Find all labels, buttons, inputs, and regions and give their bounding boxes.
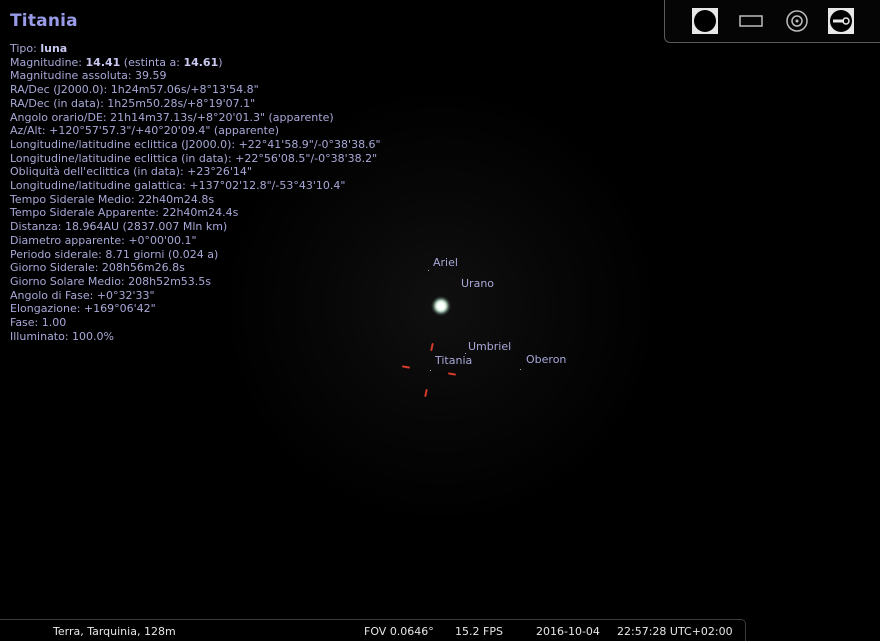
ariel-label[interactable]: Ariel [433,256,458,269]
info-line-mean-sidereal-time: Tempo Siderale Medio: 22h40m24.8s [10,192,215,206]
info-line-obliquity: Obliquità dell'eclittica (in data): +23°… [10,165,252,179]
fov-status: FOV 0.0646° [364,625,434,638]
date-status[interactable]: 2016-10-04 [536,625,600,638]
info-line-ecliptic-date: Longitudine/latitudine eclittica (in dat… [10,151,378,165]
planet-disk-icon [692,8,718,34]
info-line-ecliptic-j2000: Longitudine/latitudine eclittica (J2000.… [10,137,381,151]
info-line-radec-j2000: RA/Dec (J2000.0): 1h24m57.06s/+8°13'54.8… [10,83,259,97]
info-line-distance: Distanza: 18.964AU (2837.007 Mln km) [10,220,228,234]
uranus-label[interactable]: Urano [461,277,494,290]
info-line-apparent-diameter: Diametro apparente: +0°00'00.1" [10,233,197,247]
frame-rectangle-button[interactable] [737,7,765,35]
info-line-apparent-sidereal-time: Tempo Siderale Apparente: 22h40m24.4s [10,206,239,220]
satellite-icon [828,8,854,34]
info-line-galactic: Longitudine/latitudine galattica: +137°0… [10,179,346,193]
status-bar: Terra, Tarquinia, 128m FOV 0.0646° 15.2 … [0,619,746,641]
satellite-button[interactable] [827,7,855,35]
planet-disk-button[interactable] [691,7,719,35]
location-status[interactable]: Terra, Tarquinia, 128m [53,625,176,638]
uranus-planet[interactable] [431,296,451,316]
frame-rectangle-icon [739,15,763,27]
info-line-azalt: Az/Alt: +120°57'57.3"/+40°20'09.4" (appa… [10,124,280,138]
info-line-sidereal-day: Giorno Siderale: 208h56m26.8s [10,261,185,275]
oberon-marker[interactable] [520,369,521,370]
umbriel-label[interactable]: Umbriel [468,340,511,353]
target-circle-button[interactable] [783,7,811,35]
titania-label[interactable]: Titania [435,354,472,367]
info-line-mean-solar-day: Giorno Solare Medio: 208h52m53.5s [10,274,212,288]
selected-object-title: Titania [10,11,78,31]
info-line-sidereal-period: Periodo siderale: 8.71 giorni (0.024 a) [10,247,219,261]
info-line-radec-date: RA/Dec (in data): 1h25m50.28s/+8°19'07.1… [10,96,256,110]
oberon-label[interactable]: Oberon [526,353,566,366]
info-line-phase-angle: Angolo di Fase: +0°32'33" [10,288,155,302]
object-info-panel: Tipo: luna Magnitudine: 14.41 (estinta a… [10,42,381,343]
time-status[interactable]: 22:57:28 UTC+02:00 [617,625,733,638]
info-line-type: Tipo: luna [10,42,68,55]
fps-status: 15.2 FPS [455,625,503,638]
info-line-elongation: Elongazione: +169°06'42" [10,302,156,316]
view-toolbar [664,0,880,43]
info-line-phase: Fase: 1.00 [10,316,67,330]
info-line-magnitude: Magnitudine: 14.41 (estinta a: 14.61) [10,55,223,69]
info-line-absolute-magnitude: Magnitudine assoluta: 39.59 [10,69,167,83]
target-circle-icon [786,10,808,32]
info-line-hour-angle: Angolo orario/DE: 21h14m37.13s/+8°20'01.… [10,110,334,124]
info-line-illuminated: Illuminato: 100.0% [10,329,115,343]
ariel-marker[interactable] [428,270,429,271]
titania-marker[interactable] [430,370,431,371]
